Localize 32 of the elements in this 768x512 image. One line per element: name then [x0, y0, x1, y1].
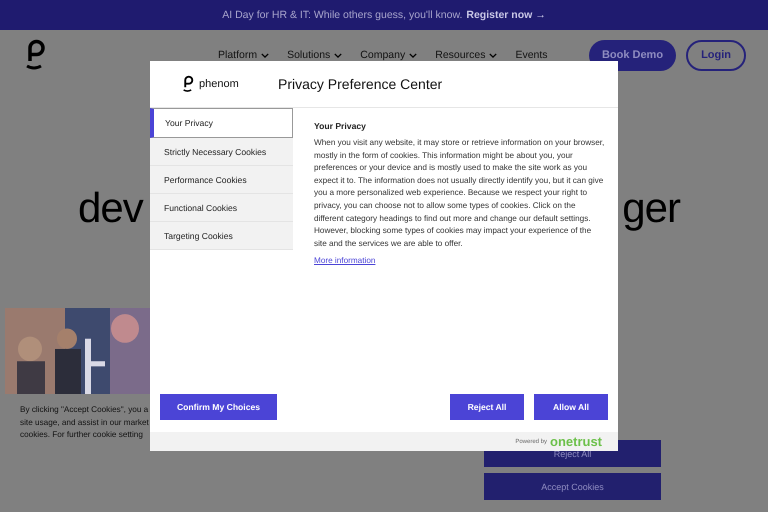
nav-menu-item[interactable]: Solutions — [287, 49, 342, 61]
register-link[interactable]: Register now → — [466, 9, 546, 21]
category-tab[interactable]: Targeting Cookies — [150, 222, 293, 250]
chevron-down-icon — [489, 52, 498, 58]
category-tab[interactable]: Strictly Necessary Cookies — [150, 138, 293, 166]
description-text: When you visit any website, it may store or retrieve information on your browser, mostly in the form of cookies. This information might be about you, your preferences or your device and is mostly used to make the site work as you expect it to. The information does not usually directly identify you, but it can give you a more personalized web experience. Because we respect your right to privacy, you can choose not to allow some types of cookies. Click on the different category headings to find out more and change our default settings. However, blocking some types of cookies may impact your experience of the site and the services we are able to offer. — [314, 137, 606, 250]
chevron-down-icon — [409, 52, 418, 58]
book-demo-button[interactable]: Book Demo — [588, 40, 676, 70]
nav-menu-item[interactable]: Resources — [435, 49, 498, 61]
chevron-down-icon — [334, 52, 342, 58]
dialog-title: Privacy Preference Center — [278, 76, 442, 92]
reject-all-button[interactable]: Reject All — [450, 394, 524, 420]
nav-menu-item[interactable]: Company — [360, 49, 418, 61]
cookie-notice-text: site usage, and assist in our market — [20, 416, 149, 429]
category-tab[interactable]: Your Privacy — [150, 108, 293, 138]
chevron-down-icon — [261, 52, 270, 58]
more-information-link[interactable]: More information — [314, 256, 376, 266]
headline-fragment: ger — [622, 184, 680, 232]
allow-all-button[interactable]: Allow All — [534, 394, 608, 420]
nav-menu-item[interactable]: Events — [515, 49, 548, 61]
cookie-notice-text: cookies. For further cookie setting — [20, 429, 143, 441]
confirm-button[interactable]: Confirm My Choices — [160, 394, 277, 420]
section-heading: Your Privacy — [314, 121, 367, 131]
category-tab[interactable]: Performance Cookies — [150, 166, 293, 194]
headline-fragment: dev — [78, 184, 143, 232]
logo-icon — [182, 74, 195, 94]
category-tab[interactable]: Functional Cookies — [150, 194, 293, 222]
nav-menu-item[interactable]: Platform — [218, 49, 270, 61]
cookie-notice-text: By clicking "Accept Cookies", you a — [20, 404, 148, 416]
cookie-button[interactable]: Accept Cookies — [484, 473, 661, 500]
logo-text: phenom — [199, 78, 239, 90]
announcement-text: AI Day for HR & IT: While others guess, you'll know. — [222, 9, 462, 21]
